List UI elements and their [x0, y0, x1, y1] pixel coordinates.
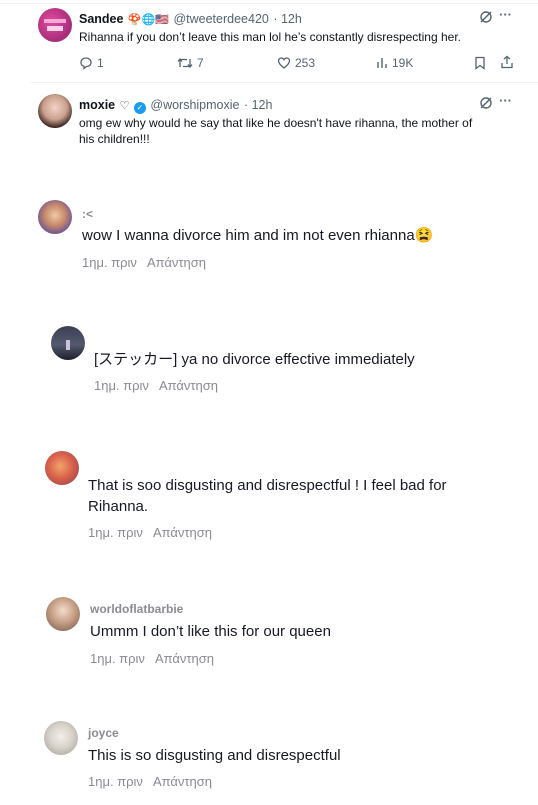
heart-icon	[277, 57, 291, 69]
tweet-header-moxie: moxie ♡ ✓ @worshipmoxie · 12h	[79, 96, 272, 114]
comment-username[interactable]: :<	[82, 207, 93, 221]
comment-text: [ステッカー] ya no divorce effective immediat…	[94, 351, 415, 368]
tweet-time[interactable]: · 12h	[244, 98, 273, 112]
reply-icon	[80, 57, 92, 70]
tweet-avatar-moxie[interactable]	[38, 94, 72, 128]
name-emojis: ♡	[119, 100, 130, 112]
tweet-top-divider	[0, 3, 538, 4]
comment-meta: 1ημ. πριν Απάντηση	[82, 255, 206, 270]
tweet-avatar-sandee[interactable]	[38, 8, 72, 42]
comment-username[interactable]: joyce	[88, 726, 119, 740]
reply-button[interactable]: Απάντηση	[153, 774, 212, 789]
tweet-text-line2: his children!!!	[79, 132, 150, 146]
like-count: 253	[295, 56, 316, 70]
comment-text-line1: That is soo disgusting and disrespectful…	[88, 477, 447, 494]
views-count: 19K	[392, 56, 414, 70]
grok-icon[interactable]	[479, 96, 493, 110]
tweet-time[interactable]: · 12h	[273, 12, 302, 26]
bookmark-icon[interactable]	[474, 56, 486, 75]
grok-icon[interactable]	[479, 10, 493, 24]
reply-action[interactable]: 1	[79, 56, 104, 70]
comment-avatar[interactable]	[44, 721, 78, 755]
comment-meta: 1ημ. πριν Απάντηση	[94, 378, 218, 393]
reply-button[interactable]: Απάντηση	[147, 255, 206, 270]
retweet-action[interactable]: 7	[177, 56, 204, 70]
tweet-author-name[interactable]: Sandee	[79, 12, 123, 26]
comment-username[interactable]: worldoflatbarbie	[90, 602, 183, 616]
like-action[interactable]: 253	[277, 56, 315, 70]
more-icon[interactable]: ···	[499, 7, 512, 22]
comment-avatar[interactable]	[45, 451, 79, 485]
avatar-art	[66, 340, 70, 350]
comment-avatar[interactable]	[46, 597, 80, 631]
reply-count: 1	[97, 56, 104, 70]
retweet-icon	[177, 57, 193, 69]
avatar-art	[44, 19, 66, 31]
views-action[interactable]: 19K	[376, 56, 413, 70]
comment-avatar[interactable]	[51, 326, 85, 360]
comment-time: 1ημ. πριν	[88, 525, 143, 540]
verified-badge-icon: ✓	[133, 102, 146, 114]
comment-meta: 1ημ. πριν Απάντηση	[88, 774, 212, 789]
comment-meta: 1ημ. πριν Απάντηση	[90, 651, 214, 666]
comment-text: wow I wanna divorce him and im not even …	[82, 227, 434, 244]
comment-meta: 1ημ. πριν Απάντηση	[88, 525, 212, 540]
share-icon[interactable]	[500, 55, 514, 74]
retweet-count: 7	[197, 56, 204, 70]
views-icon	[377, 58, 387, 68]
tweet-header-sandee: Sandee 🍄🌐🇺🇸 @tweeterdee420 · 12h	[79, 10, 302, 28]
reply-button[interactable]: Απάντηση	[159, 378, 218, 393]
comment-time: 1ημ. πριν	[88, 774, 143, 789]
reply-button[interactable]: Απάντηση	[153, 525, 212, 540]
tweet-text: Rihanna if you don’t leave this man lol …	[79, 30, 462, 44]
tweet-author-handle[interactable]: @worshipmoxie	[150, 98, 239, 112]
comment-text: This is so disgusting and disrespectful	[88, 747, 341, 764]
comment-avatar[interactable]	[38, 200, 72, 234]
comment-time: 1ημ. πριν	[82, 255, 137, 270]
tweet-text-line1: omg ew why would he say that like he doe…	[79, 116, 473, 130]
comment-text-line2: Rihanna.	[88, 498, 149, 515]
comment-time: 1ημ. πριν	[90, 651, 145, 666]
reply-button[interactable]: Απάντηση	[155, 651, 214, 666]
comment-time: 1ημ. πριν	[94, 378, 149, 393]
name-emojis: 🍄🌐🇺🇸	[127, 14, 170, 26]
comment-text: Ummm I don’t like this for our queen	[90, 623, 331, 640]
tweet-divider	[30, 82, 538, 83]
tweet-author-handle[interactable]: @tweeterdee420	[173, 12, 268, 26]
tweet-author-name[interactable]: moxie	[79, 98, 115, 112]
more-icon[interactable]: ···	[499, 93, 512, 108]
